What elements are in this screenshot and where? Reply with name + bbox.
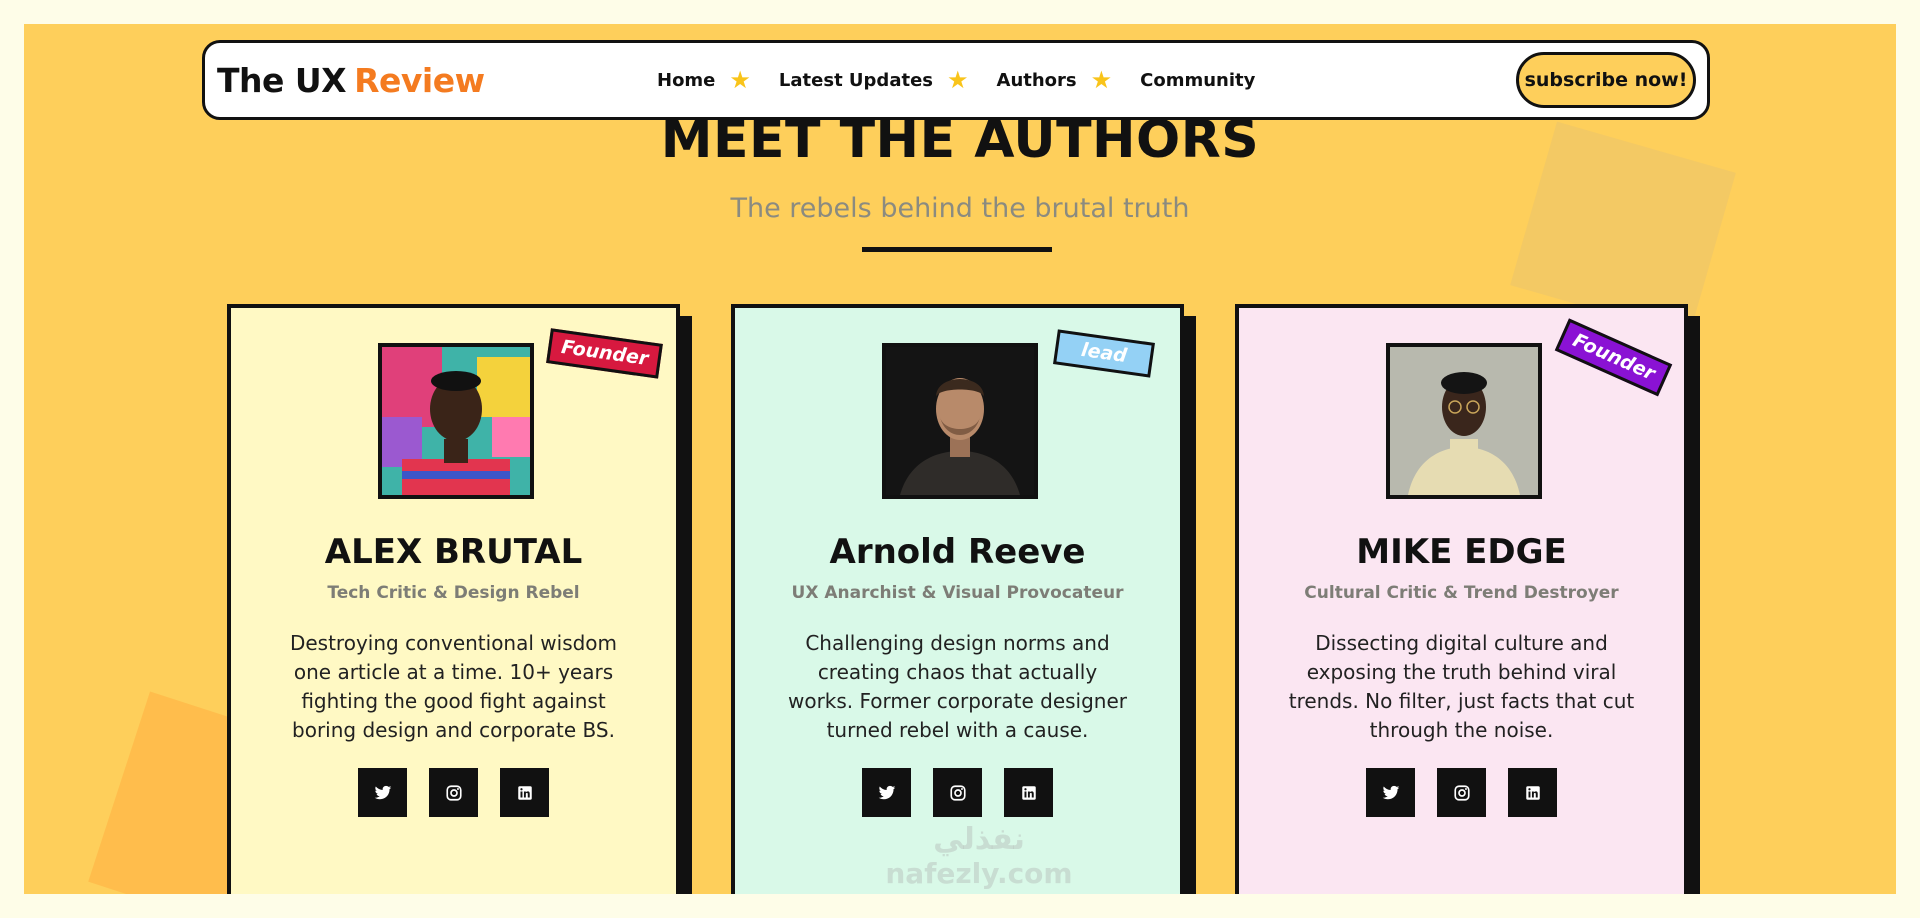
social-links (231, 768, 676, 817)
instagram-icon[interactable] (1437, 768, 1486, 817)
site-logo[interactable]: The UX Review (217, 61, 485, 100)
author-role: Cultural Critic & Trend Destroyer (1304, 583, 1619, 603)
author-card-mike-edge: Founder MIKE EDGE Cultural Critic & Tren… (1235, 304, 1688, 894)
instagram-icon[interactable] (933, 768, 982, 817)
author-name: MIKE EDGE (1356, 532, 1567, 572)
social-links (1239, 768, 1684, 817)
author-bio: Challenging design norms and creating ch… (787, 631, 1128, 742)
author-name: ALEX BRUTAL (324, 532, 583, 572)
author-role: Tech Critic & Design Rebel (327, 583, 580, 603)
subscribe-button[interactable]: subscribe now! (1516, 52, 1696, 108)
author-bio: Dissecting digital culture and exposing … (1288, 631, 1635, 742)
watermark-arabic: نفذلي (933, 822, 1025, 857)
nav-item-label: Community (1140, 69, 1256, 91)
star-icon: ★ (1090, 66, 1113, 94)
nav-item-community[interactable]: Community (1140, 70, 1255, 91)
linkedin-icon[interactable] (1004, 768, 1053, 817)
watermark-latin: nafezly.com (885, 857, 1073, 890)
top-navbar: The UX Review Home ★ Latest Updates ★ Aut… (202, 40, 1710, 120)
twitter-icon[interactable] (862, 768, 911, 817)
nav-item-label: Latest Updates (778, 69, 933, 91)
author-card-arnold-reeve: lead Arnold Reeve UX Anarchist & Visual … (731, 304, 1184, 894)
twitter-icon[interactable] (358, 768, 407, 817)
logo-text-primary: The UX (217, 61, 347, 100)
linkedin-icon[interactable] (500, 768, 549, 817)
social-links (735, 768, 1180, 817)
role-badge: lead (1053, 329, 1155, 378)
author-avatar (1386, 343, 1542, 499)
section-title: MEET THE AUTHORS (660, 110, 1260, 170)
nav-item-home[interactable]: Home ★ (657, 68, 751, 92)
author-bio: Destroying conventional wisdom one artic… (289, 631, 618, 742)
page-stage: The UX Review Home ★ Latest Updates ★ Aut… (24, 24, 1896, 894)
linkedin-icon[interactable] (1508, 768, 1557, 817)
watermark: نفذلي nafezly.com (859, 822, 1099, 890)
main-menu: Home ★ Latest Updates ★ Authors ★ Commun… (657, 43, 1283, 117)
section-subtitle: The rebels behind the brutal truth (730, 193, 1190, 224)
nav-item-label: Home (657, 69, 716, 91)
nav-item-latest-updates[interactable]: Latest Updates ★ (779, 68, 969, 92)
title-underline (862, 247, 1052, 252)
star-icon: ★ (729, 66, 751, 94)
author-card-alex-brutal: Founder ALEX BRUTAL Tech Critic & Design… (227, 304, 680, 894)
nav-item-authors[interactable]: Authors ★ (997, 68, 1113, 92)
author-avatar (378, 343, 534, 499)
author-name: Arnold Reeve (829, 532, 1086, 572)
author-role: UX Anarchist & Visual Provocateur (791, 583, 1124, 603)
role-badge: Founder (546, 328, 664, 379)
instagram-icon[interactable] (429, 768, 478, 817)
logo-text-accent: Review (354, 61, 485, 100)
nav-item-label: Authors (996, 69, 1077, 91)
twitter-icon[interactable] (1366, 768, 1415, 817)
star-icon: ★ (947, 66, 969, 94)
role-badge: Founder (1554, 318, 1673, 397)
author-avatar (882, 343, 1038, 499)
